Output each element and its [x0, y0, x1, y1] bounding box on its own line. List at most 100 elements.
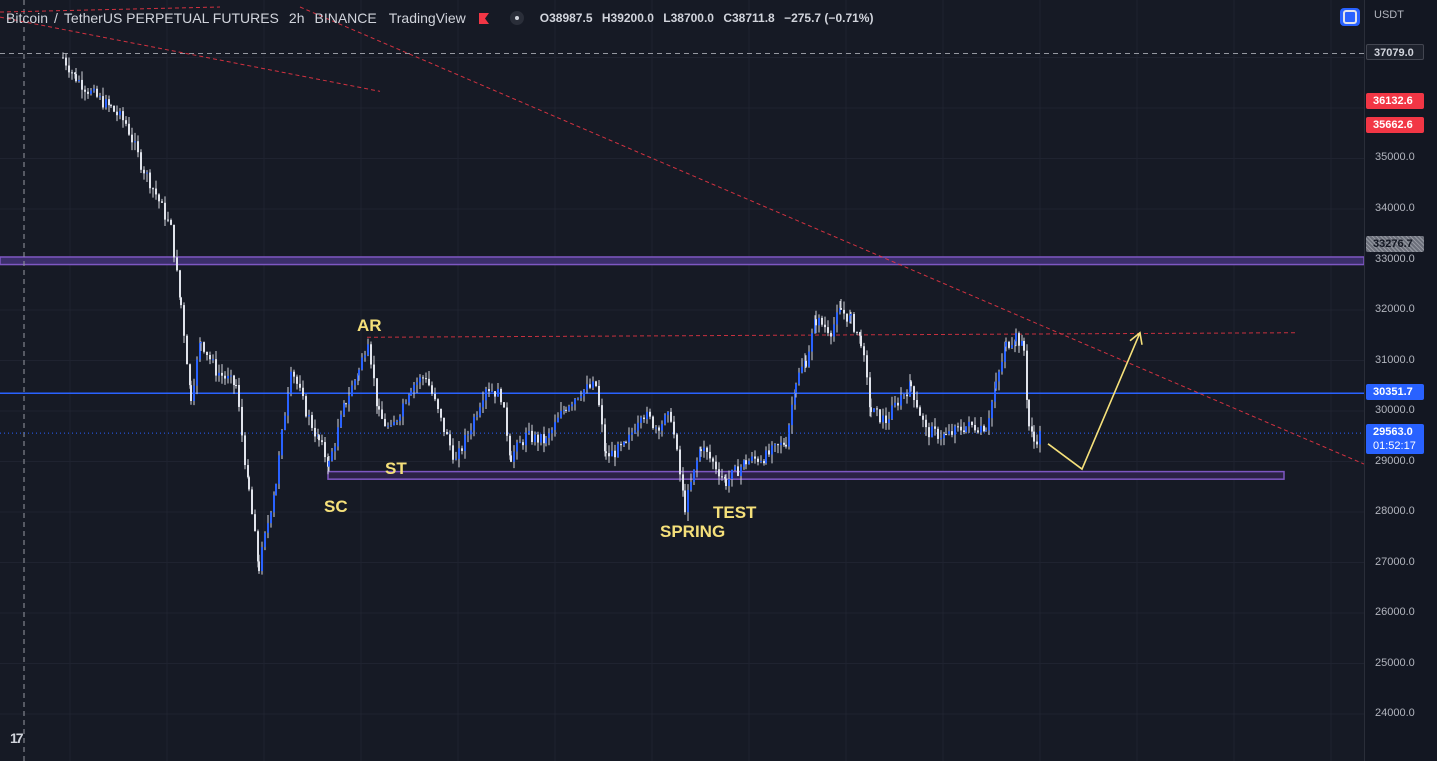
candle-body	[706, 447, 708, 452]
candle-body	[798, 372, 800, 384]
candle-body	[906, 394, 908, 397]
candle-body	[836, 312, 838, 325]
interval-label[interactable]: 2h	[289, 10, 305, 26]
annotation-sc[interactable]: SC	[324, 497, 348, 517]
candle-body	[715, 461, 717, 470]
candle-body	[1011, 345, 1013, 348]
candle-body	[125, 120, 127, 124]
low-value: 38700.0	[670, 11, 714, 25]
symbol-name[interactable]: Bitcoin	[6, 10, 48, 26]
price-chart[interactable]	[0, 0, 1364, 761]
candle-body	[522, 442, 524, 446]
y-tick-label: 24000.0	[1375, 707, 1415, 719]
candle-body	[354, 380, 356, 386]
tradingview-logo-icon[interactable]: 17	[10, 730, 36, 746]
candle-body	[183, 305, 185, 336]
candle-body	[348, 395, 350, 405]
instrument-name[interactable]: TetherUS PERPETUAL FUTURES	[64, 10, 279, 26]
candle-body	[137, 141, 139, 153]
annotation-spring[interactable]: SPRING	[660, 522, 725, 542]
annotation-test[interactable]: TEST	[713, 503, 756, 523]
candle-body	[68, 65, 70, 73]
currency-toggle-button[interactable]	[1340, 8, 1360, 26]
candle-body	[452, 445, 454, 460]
candle-body	[853, 314, 855, 332]
y-tick-label: 29000.0	[1375, 455, 1415, 467]
candle-body	[771, 445, 773, 455]
candle-body	[658, 427, 660, 431]
candle-body	[367, 344, 369, 356]
candle-body	[482, 400, 484, 408]
candle-body	[586, 384, 588, 390]
candle-body	[598, 385, 600, 406]
candle-body	[980, 425, 982, 433]
candle-body	[1031, 426, 1033, 432]
candle-body	[649, 411, 651, 417]
candle-body	[443, 417, 445, 433]
candle-body	[661, 423, 663, 431]
price-scale[interactable]	[1364, 0, 1437, 761]
candle-body	[700, 449, 702, 452]
candle-body	[516, 442, 518, 452]
candle-body	[491, 391, 493, 393]
candle-body	[531, 430, 533, 443]
candle-body	[589, 384, 591, 388]
currency-label[interactable]: USDT	[1374, 9, 1404, 21]
candle-body	[193, 385, 195, 401]
chart-area[interactable]	[0, 0, 1364, 761]
candle-body	[99, 96, 101, 98]
flag-icon[interactable]	[478, 12, 490, 24]
candle-body	[617, 444, 619, 458]
visibility-icon[interactable]	[509, 11, 524, 25]
candle-body	[988, 418, 990, 431]
candle-body	[945, 434, 947, 436]
candle-body	[321, 440, 323, 443]
candle-body	[308, 415, 310, 417]
source-label: TradingView	[388, 10, 466, 26]
candle-body	[334, 446, 336, 452]
resistance-band	[0, 256, 1364, 266]
candle-body	[287, 393, 289, 416]
candle-body	[293, 371, 295, 377]
candle-body	[774, 444, 776, 446]
candle-body	[405, 402, 407, 404]
price-tag-blue: 30351.7	[1366, 384, 1424, 400]
annotation-ar[interactable]: AR	[357, 316, 382, 336]
change-value: −275.7 (−0.71%)	[784, 11, 874, 25]
candle-body	[302, 387, 304, 397]
candle-body	[384, 418, 386, 427]
candle-body	[449, 434, 451, 446]
candle-body	[254, 514, 256, 532]
candle-body	[611, 450, 613, 457]
candle-body	[608, 453, 610, 457]
candle-body	[464, 434, 466, 451]
candle-body	[158, 194, 160, 202]
annotation-st[interactable]: ST	[385, 459, 407, 479]
y-tick-label: 31000.0	[1375, 354, 1415, 366]
candle-body	[510, 455, 512, 462]
candle-body	[233, 375, 235, 386]
candle-body	[110, 105, 112, 107]
candle-body	[387, 425, 389, 427]
candle-body	[267, 523, 269, 533]
candle-body	[543, 434, 545, 444]
candle-body	[116, 111, 118, 116]
candle-body	[818, 317, 820, 326]
candle-body	[965, 426, 967, 432]
candle-body	[413, 384, 415, 391]
candle-body	[513, 451, 515, 462]
candle-body	[563, 409, 565, 412]
candle-body	[425, 378, 427, 380]
symbol-separator: /	[54, 10, 58, 26]
candle-body	[985, 430, 987, 432]
candle-body	[637, 422, 639, 431]
candle-body	[167, 219, 169, 221]
candle-body	[264, 532, 266, 548]
candle-body	[843, 309, 845, 314]
candle-body	[614, 450, 616, 458]
candle-body	[760, 460, 762, 462]
candle-body	[743, 460, 745, 467]
candle-body	[105, 99, 107, 108]
candle-body	[278, 455, 280, 484]
candle-body	[343, 403, 345, 415]
